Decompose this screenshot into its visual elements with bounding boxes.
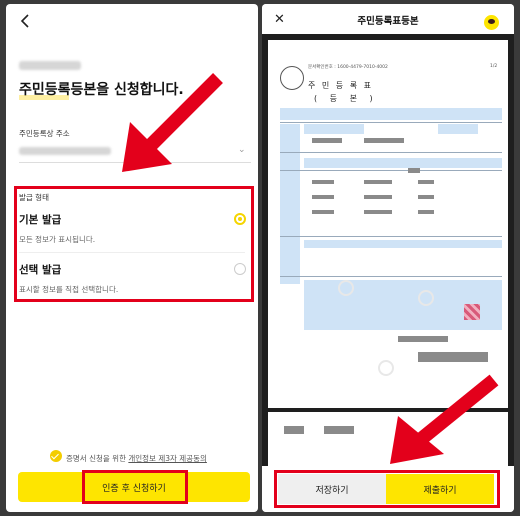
user-name-blurred xyxy=(19,61,81,70)
doc-header-row xyxy=(280,108,502,120)
redacted-text xyxy=(312,195,334,199)
apply-button-highlight-box xyxy=(82,470,188,504)
doc-block xyxy=(304,240,502,248)
official-seal-icon xyxy=(464,304,480,320)
redacted-text xyxy=(418,352,488,362)
header: ✕ 주민등록표등본 xyxy=(262,4,514,34)
consent-link[interactable]: 개인정보 제3자 제공동의 xyxy=(128,454,207,463)
action-buttons-highlight-box xyxy=(274,470,500,508)
back-arrow-icon[interactable] xyxy=(18,13,34,29)
issuer-seal-icon xyxy=(280,66,304,90)
redacted-text xyxy=(284,426,304,434)
redacted-text xyxy=(312,210,334,214)
document-page-2 xyxy=(268,412,508,472)
document-viewer[interactable]: 문서확인번호 : 1600-4479-7010-4002 1/2 주 민 등 록… xyxy=(262,34,514,472)
doc-left-column xyxy=(280,124,300,284)
redacted-text xyxy=(398,336,448,342)
document-page: 문서확인번호 : 1600-4479-7010-4002 1/2 주 민 등 록… xyxy=(268,40,508,408)
doc-block xyxy=(304,124,364,134)
document-preview-screen: ✕ 주민등록표등본 문서확인번호 : 1600-4479-7010-4002 1… xyxy=(262,4,514,512)
watermark-icon xyxy=(338,280,354,296)
address-value-blurred[interactable] xyxy=(19,147,111,155)
apply-screen: 주민등록등본을 신청합니다. 주민등록상 주소 ⌄ 발급 형태 기본 발급 모든… xyxy=(6,4,258,512)
doc-rule xyxy=(280,122,502,123)
redacted-text xyxy=(324,426,354,434)
page-number: 1/2 xyxy=(490,64,498,69)
redacted-text xyxy=(364,180,392,184)
address-field-underline xyxy=(19,162,251,163)
doc-rule xyxy=(280,170,502,171)
redacted-text xyxy=(418,180,434,184)
redacted-text xyxy=(364,210,392,214)
consent-prefix: 증명서 신청을 위한 xyxy=(66,454,129,463)
redacted-text xyxy=(418,210,434,214)
doc-rule xyxy=(280,276,502,277)
page-title: 주민등록등본을 신청합니다. xyxy=(19,82,184,98)
kakaotalk-icon[interactable] xyxy=(484,15,499,30)
issue-type-highlight-box xyxy=(14,186,254,302)
doc-subtitle: ( 등 본 ) xyxy=(314,94,378,103)
doc-ref-number: 문서확인번호 : 1600-4479-7010-4002 xyxy=(308,65,388,70)
watermark-icon xyxy=(378,360,394,376)
redacted-text xyxy=(408,168,420,173)
redacted-text xyxy=(312,180,334,184)
chevron-down-icon[interactable]: ⌄ xyxy=(238,145,246,155)
redacted-text xyxy=(312,138,342,143)
watermark-icon xyxy=(418,290,434,306)
bottom-action-bar: 저장하기 제출하기 xyxy=(262,466,514,512)
address-label: 주민등록상 주소 xyxy=(19,129,70,138)
redacted-text xyxy=(364,195,392,199)
header-title: 주민등록표등본 xyxy=(357,16,419,27)
doc-title: 주 민 등 록 표 xyxy=(308,81,373,90)
redacted-text xyxy=(364,138,404,143)
doc-rule xyxy=(280,152,502,153)
doc-rule xyxy=(280,236,502,237)
doc-block xyxy=(438,124,478,134)
comparison-canvas: 주민등록등본을 신청합니다. 주민등록상 주소 ⌄ 발급 형태 기본 발급 모든… xyxy=(0,0,520,516)
check-circle-icon[interactable] xyxy=(50,450,62,462)
redacted-text xyxy=(418,195,434,199)
consent-text: 증명서 신청을 위한 개인정보 제3자 제공동의 xyxy=(66,453,207,464)
doc-block xyxy=(304,158,502,168)
